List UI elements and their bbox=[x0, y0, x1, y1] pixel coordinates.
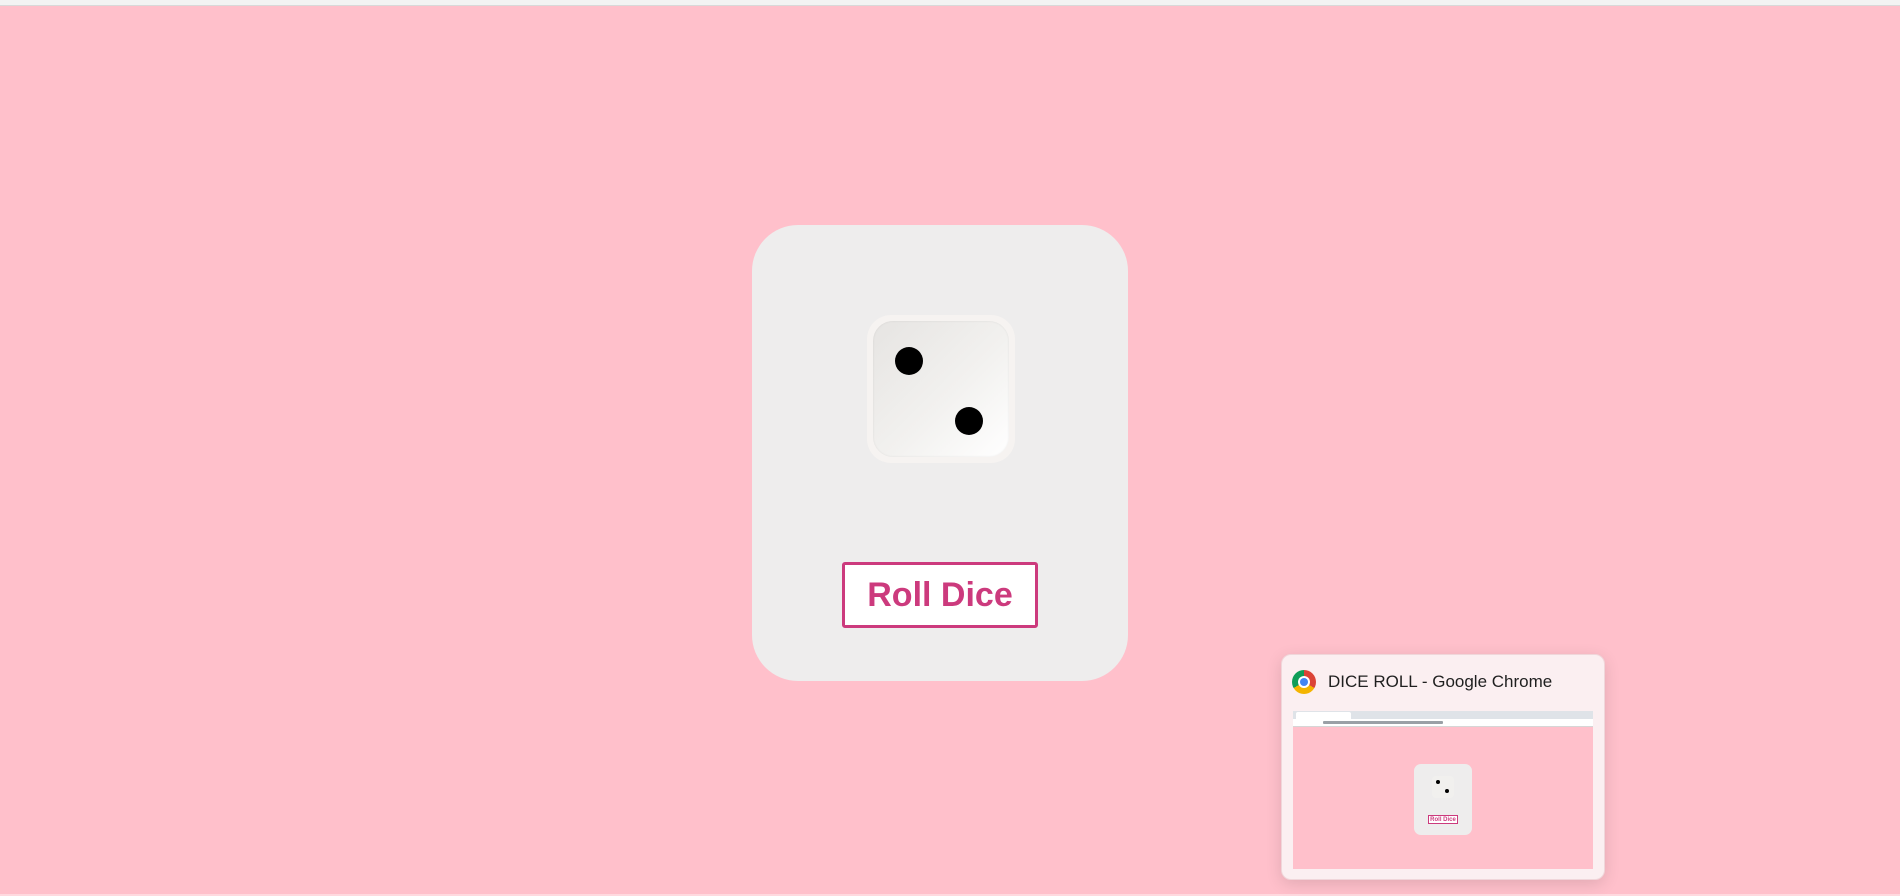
dice-pip bbox=[895, 347, 923, 375]
preview-header: DICE ROLL - Google Chrome bbox=[1292, 669, 1552, 695]
page-background: Roll Dice bbox=[0, 6, 1900, 896]
thumbnail-tab bbox=[1296, 712, 1351, 719]
thumbnail-address-bar bbox=[1293, 719, 1593, 727]
dice bbox=[867, 315, 1015, 463]
thumbnail-roll-button: Roll Dice bbox=[1428, 815, 1458, 824]
taskbar-window-preview[interactable]: DICE ROLL - Google Chrome Roll Dice bbox=[1281, 654, 1605, 880]
dice-face-two bbox=[873, 321, 1009, 457]
chrome-icon bbox=[1292, 670, 1316, 694]
thumbnail-tab-strip bbox=[1293, 711, 1593, 719]
dice-pip bbox=[955, 407, 983, 435]
preview-title: DICE ROLL - Google Chrome bbox=[1328, 672, 1553, 691]
roll-dice-button[interactable]: Roll Dice bbox=[842, 562, 1038, 628]
thumbnail-url bbox=[1323, 721, 1443, 724]
thumbnail-dice-pip bbox=[1436, 780, 1440, 784]
thumbnail-dice-card: Roll Dice bbox=[1414, 764, 1472, 835]
thumbnail-dice-pip bbox=[1445, 789, 1449, 793]
dice-card: Roll Dice bbox=[752, 225, 1128, 681]
thumbnail-dice bbox=[1432, 776, 1454, 798]
window-thumbnail[interactable]: Roll Dice bbox=[1293, 711, 1593, 869]
